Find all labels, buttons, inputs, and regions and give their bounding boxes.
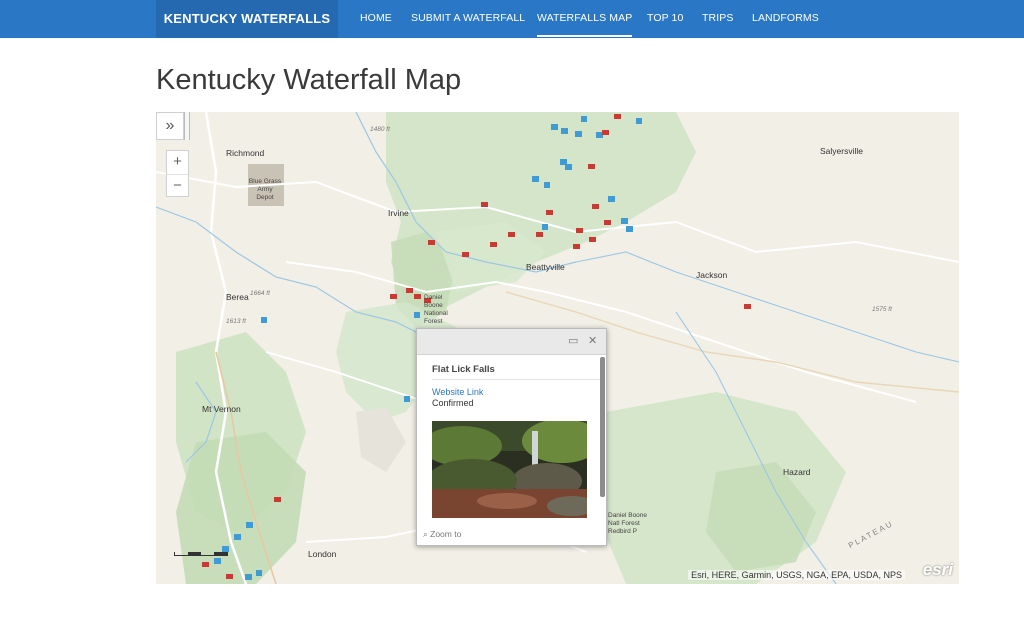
page-title: Kentucky Waterfall Map [156, 64, 462, 96]
zoom-to-link[interactable]: ⌕ Zoom to [423, 529, 461, 540]
zoom-control: + − [166, 150, 189, 197]
maximize-icon[interactable]: ▭ [568, 334, 578, 347]
feature-popup: ▭ ✕ Flat Lick Falls Website Link Confirm… [416, 328, 607, 546]
popup-header: ▭ ✕ [417, 329, 606, 355]
elevation-label: 1664 ft [250, 290, 270, 297]
place-label-hazard: Hazard [783, 467, 811, 477]
place-label-daniel-boone-redbird: Daniel Boone Natl Forest Redbird P [608, 512, 648, 535]
nav-item-submit-waterfall[interactable]: SUBMIT A WATERFALL [411, 0, 525, 38]
zoom-in-button[interactable]: + [167, 151, 188, 174]
nav-item-waterfalls-map[interactable]: WATERFALLS MAP [537, 0, 633, 37]
place-label-beattyville: Beattyville [526, 262, 565, 272]
waterfall-map[interactable]: Richmond Blue Grass Army Depot Irvine Be… [156, 112, 959, 584]
popup-divider [432, 379, 602, 380]
place-label-jackson: Jackson [696, 270, 728, 280]
nav-item-home[interactable]: HOME [360, 0, 392, 38]
panel-splitter-handle[interactable] [184, 112, 190, 140]
nav-item-landforms[interactable]: LANDFORMS [752, 0, 819, 38]
elevation-label: 1613 ft [226, 318, 246, 325]
elevation-label: 1575 ft [872, 306, 892, 313]
zoom-out-button[interactable]: − [167, 174, 188, 197]
place-label-salyersville: Salyersville [820, 146, 863, 156]
esri-logo[interactable]: esri [923, 560, 953, 580]
zoom-icon: ⌕ [423, 529, 428, 539]
place-label-mt-vernon: Mt Vernon [202, 404, 241, 414]
site-brand[interactable]: KENTUCKY WATERFALLS [156, 0, 338, 38]
map-attribution: Esri, HERE, Garmin, USGS, NGA, EPA, USDA… [688, 570, 905, 580]
popup-scrollbar[interactable] [600, 357, 605, 497]
elevation-label: 1480 ft [370, 126, 390, 133]
place-label-richmond: Richmond [226, 148, 265, 158]
nav-item-top-10[interactable]: TOP 10 [647, 0, 683, 38]
top-navbar: KENTUCKY WATERFALLS HOME SUBMIT A WATERF… [0, 0, 1024, 38]
zoom-to-label: Zoom to [430, 529, 462, 539]
expand-panel-button[interactable]: » [156, 112, 184, 140]
place-label-daniel-boone-national-forest: Daniel Boone National Forest [424, 294, 448, 325]
close-icon[interactable]: ✕ [588, 334, 597, 347]
place-label-blue-grass-army-depot: Blue Grass Army Depot [248, 178, 282, 201]
scale-bar [174, 552, 228, 556]
status-text: Confirmed [432, 398, 474, 408]
nav-item-trips[interactable]: TRIPS [702, 0, 733, 38]
website-link[interactable]: Website Link [432, 387, 483, 397]
place-label-london: London [308, 549, 337, 559]
place-label-irvine: Irvine [388, 208, 409, 218]
place-label-berea: Berea [226, 292, 249, 302]
popup-title: Flat Lick Falls [432, 364, 495, 375]
waterfall-photo[interactable] [432, 421, 587, 518]
